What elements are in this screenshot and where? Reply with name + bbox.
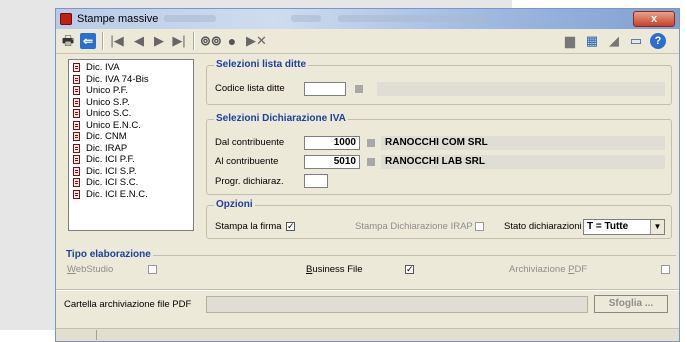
- selezioni-ditte-title: Selezioni lista ditte: [214, 59, 309, 70]
- calculator-icon[interactable]: ▦: [584, 33, 600, 49]
- stato-dichiarazioni-label: Stato dichiarazioni: [504, 221, 582, 232]
- dal-contribuente-label: Dal contribuente: [215, 137, 285, 148]
- toolbar-separator: [102, 32, 104, 50]
- chat-icon[interactable]: ▆: [562, 33, 578, 49]
- help-icon[interactable]: ?: [650, 33, 666, 49]
- stampa-firma-checkbox[interactable]: ✓: [286, 222, 295, 231]
- prev-record-icon[interactable]: ◀: [132, 33, 146, 49]
- business-file-checkbox[interactable]: ✓: [405, 265, 414, 274]
- progr-dichiaraz-input[interactable]: [304, 174, 328, 188]
- list-item[interactable]: Dic. ICI P.F.: [73, 154, 193, 166]
- binoculars-icon[interactable]: ⊚⊚: [200, 33, 222, 49]
- document-icon: [73, 166, 80, 176]
- progr-dichiaraz-label: Progr. dichiaraz.: [215, 176, 284, 187]
- title-blur: [291, 15, 321, 22]
- main-window: Stampe massive x 🖶 ⇐ |◀ ◀ ▶ ▶| ⊚⊚ ● ▶✕ ▆…: [55, 8, 680, 342]
- codice-description-field: [377, 82, 665, 96]
- tipo-elaborazione-title: Tipo elaborazione: [64, 249, 153, 260]
- dal-lookup-button[interactable]: [367, 139, 375, 147]
- webstudio-checkbox[interactable]: [148, 265, 157, 274]
- webstudio-label: WebStudio: [67, 264, 114, 275]
- declaration-list[interactable]: Dic. IVA Dic. IVA 74-Bis Unico P.F. Unic…: [68, 59, 194, 231]
- last-record-icon[interactable]: ▶|: [170, 33, 188, 49]
- codice-lookup-button[interactable]: [355, 85, 363, 93]
- document-icon: [73, 86, 80, 95]
- dal-contribuente-name: RANOCCHI COM SRL: [381, 136, 665, 150]
- codice-lista-input[interactable]: [304, 82, 346, 96]
- al-contribuente-label: Al contribuente: [215, 156, 279, 167]
- document-icon: [73, 97, 80, 107]
- archiviazione-pdf-label: Archiviazione PDF: [509, 264, 588, 275]
- list-item[interactable]: Dic. IVA 74-Bis: [73, 74, 193, 86]
- al-lookup-button[interactable]: [367, 158, 375, 166]
- document-icon: [73, 109, 80, 118]
- toolbar-separator: [193, 32, 195, 50]
- codice-lista-label: Codice lista ditte: [215, 83, 285, 94]
- document-icon: [73, 155, 80, 164]
- list-item[interactable]: Unico P.F.: [73, 85, 193, 97]
- list-item[interactable]: Dic. IVA: [73, 62, 193, 74]
- chevron-down-icon[interactable]: ▼: [650, 220, 664, 234]
- title-bar[interactable]: Stampe massive x: [56, 9, 679, 29]
- list-item[interactable]: Dic. ICI S.C.: [73, 177, 193, 189]
- selezioni-iva-group: Selezioni Dichiarazione IVA Dal contribu…: [206, 113, 672, 195]
- next-record-icon[interactable]: ▶: [152, 33, 166, 49]
- business-file-label: Business File: [306, 264, 363, 275]
- cartella-pdf-path: [206, 296, 588, 313]
- document-icon: [73, 132, 80, 141]
- list-item[interactable]: Dic. ICI S.P.: [73, 166, 193, 178]
- window-icon[interactable]: ▭: [628, 33, 644, 49]
- document-icon: [73, 143, 80, 153]
- list-item[interactable]: Dic. IRAP: [73, 143, 193, 155]
- sfoglia-button[interactable]: Sfoglia ...: [594, 295, 668, 313]
- close-button[interactable]: x: [633, 11, 675, 27]
- selezioni-iva-title: Selezioni Dichiarazione IVA: [214, 113, 348, 124]
- list-item[interactable]: Unico E.N.C.: [73, 120, 193, 132]
- printer-icon[interactable]: 🖶: [60, 33, 76, 49]
- list-item[interactable]: Unico S.C.: [73, 108, 193, 120]
- dal-contribuente-input[interactable]: 1000: [304, 136, 360, 150]
- first-record-icon[interactable]: |◀: [108, 33, 126, 49]
- tipo-elaborazione-group: Tipo elaborazione WebStudio Business Fil…: [64, 249, 676, 281]
- stato-dichiarazioni-select[interactable]: T = Tutte ▼: [583, 219, 665, 235]
- al-contribuente-name: RANOCCHI LAB SRL: [381, 155, 665, 169]
- toolbar: 🖶 ⇐ |◀ ◀ ▶ ▶| ⊚⊚ ● ▶✕ ▆ ▦ ◢ ▭ ?: [56, 29, 679, 54]
- status-bar: [56, 328, 679, 341]
- skip-icon[interactable]: ▶✕: [246, 33, 267, 49]
- list-item[interactable]: Dic. CNM: [73, 131, 193, 143]
- divider: [56, 289, 679, 291]
- record-icon[interactable]: ●: [224, 33, 240, 49]
- cartella-pdf-label: Cartella archiviazione file PDF: [64, 299, 192, 310]
- back-icon[interactable]: ⇐: [80, 33, 96, 49]
- opzioni-title: Opzioni: [214, 199, 255, 210]
- document-icon: [73, 63, 80, 72]
- document-icon: [73, 74, 80, 84]
- document-icon: [73, 178, 80, 187]
- title-blur: [338, 15, 488, 22]
- al-contribuente-input[interactable]: 5010: [304, 155, 360, 169]
- document-icon: [73, 189, 80, 199]
- selezioni-ditte-group: Selezioni lista ditte Codice lista ditte: [206, 59, 672, 105]
- status-separator: [96, 330, 97, 340]
- stampa-firma-label: Stampa la firma: [215, 221, 282, 232]
- window-title: Stampe massive: [77, 13, 159, 25]
- list-item[interactable]: Unico S.P.: [73, 97, 193, 109]
- opzioni-group: Opzioni Stampa la firma ✓ Stampa Dichiar…: [206, 199, 672, 239]
- eraser-icon[interactable]: ◢: [606, 33, 622, 49]
- list-item[interactable]: Dic. ICI E.N.C.: [73, 189, 193, 201]
- stampa-irap-checkbox[interactable]: [475, 222, 484, 231]
- stampa-irap-label: Stampa Dichiarazione IRAP: [355, 221, 473, 232]
- app-icon: [60, 13, 72, 25]
- archiviazione-pdf-checkbox[interactable]: [661, 265, 670, 274]
- title-blur: [164, 15, 216, 22]
- document-icon: [73, 120, 80, 130]
